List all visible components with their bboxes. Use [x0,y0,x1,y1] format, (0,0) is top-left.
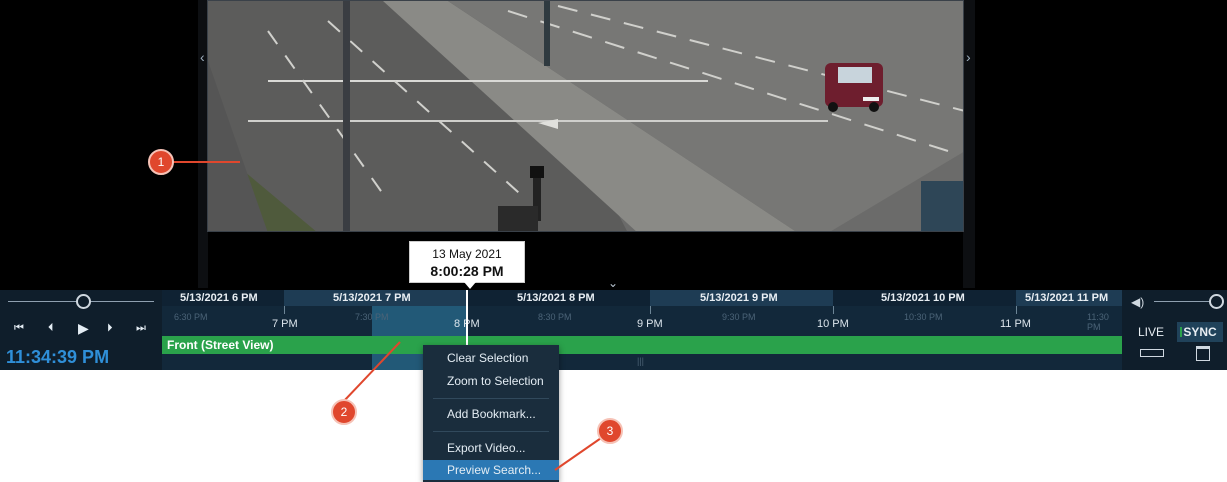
callout-marker: 3 [597,418,623,444]
callout-leader-lines [172,161,605,471]
callout-marker: 1 [148,149,174,175]
callout-marker: 2 [331,399,357,425]
